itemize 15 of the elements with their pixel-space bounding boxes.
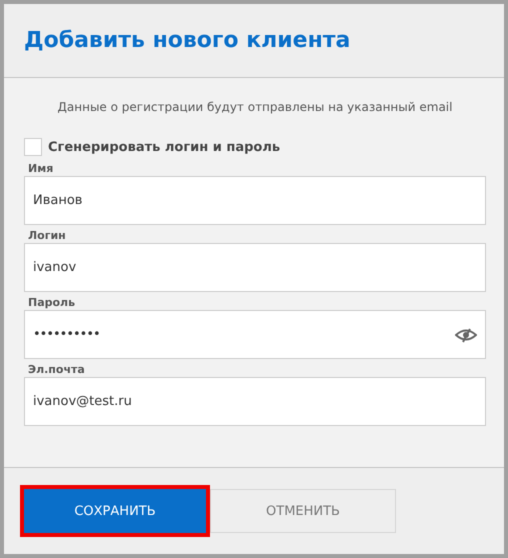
field-label: Логин <box>28 229 67 242</box>
field-label: Эл.почта <box>28 363 86 376</box>
input-field[interactable]: Иванов <box>24 176 486 225</box>
input-field[interactable]: ivanov <box>24 243 486 292</box>
eye-slash-icon[interactable] <box>455 326 477 342</box>
input-field[interactable]: ivanov@test.ru <box>24 377 486 426</box>
checkbox[interactable] <box>24 138 42 156</box>
save-button[interactable]: СОХРАНИТЬ <box>24 489 206 533</box>
cancel-button[interactable]: ОТМЕНИТЬ <box>210 489 396 533</box>
field-label: Пароль <box>28 296 76 309</box>
password-field[interactable]: •••••••••• <box>24 310 486 359</box>
checkbox-label: Сгенерировать логин и пароль <box>48 140 280 154</box>
notice-text: Данные о регистрации будут отправлены на указанный email <box>56 100 454 114</box>
dialog-title: Добавить нового клиента <box>24 28 350 53</box>
field-label: Имя <box>28 162 54 175</box>
